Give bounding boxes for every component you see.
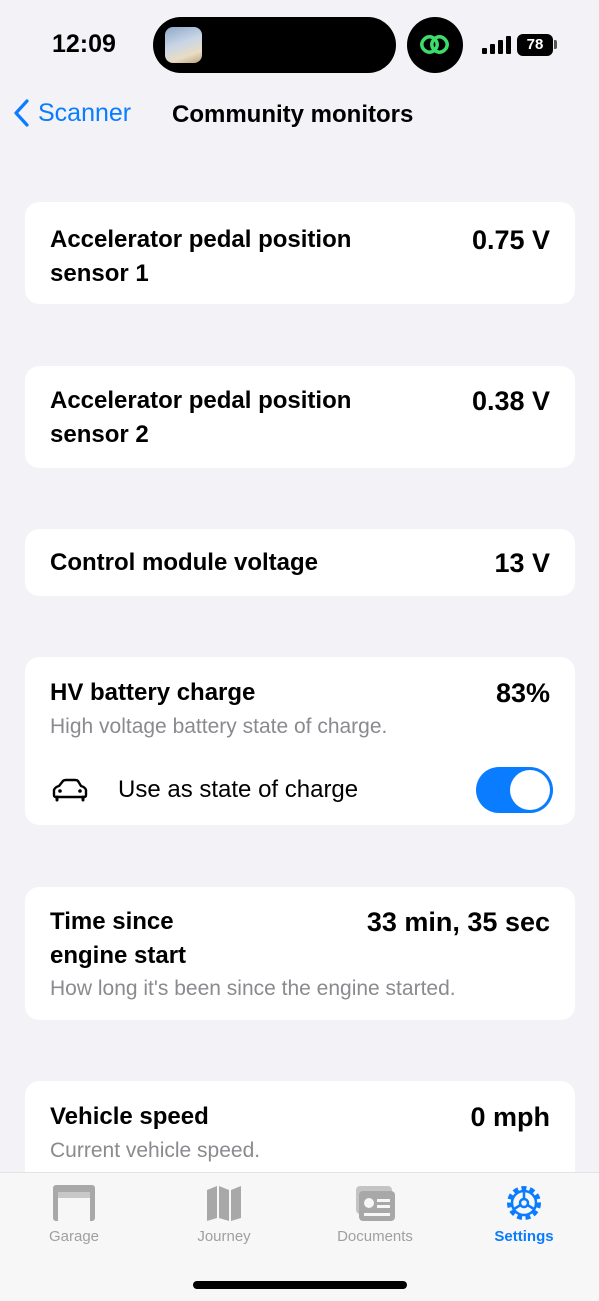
tab-garage[interactable]: Garage (14, 1183, 134, 1245)
garage-icon (53, 1185, 95, 1221)
chevron-left-icon (14, 99, 29, 127)
tab-label: Garage (48, 1228, 100, 1245)
link-app-icon[interactable] (407, 17, 463, 73)
monitor-value: 83% (495, 678, 550, 708)
now-playing-thumbnail[interactable] (165, 27, 202, 63)
dynamic-island[interactable] (153, 17, 396, 73)
toggle-label: Use as state of charge (118, 776, 359, 803)
car-icon (52, 778, 88, 802)
cellular-signal-icon (482, 36, 512, 54)
documents-icon (356, 1186, 395, 1221)
state-of-charge-toggle[interactable] (476, 767, 553, 813)
monitor-value: 13 V (494, 548, 550, 578)
home-indicator[interactable] (193, 1281, 407, 1289)
monitor-value: 0.75 V (471, 225, 550, 255)
monitor-card[interactable]: HV battery charge 83% High voltage batte… (25, 657, 575, 825)
state-of-charge-row[interactable]: Use as state of charge (50, 765, 553, 815)
tab-documents[interactable]: Documents (315, 1183, 435, 1245)
page-title: Community monitors (172, 101, 414, 128)
battery-nub (554, 40, 557, 49)
toggle-knob (510, 770, 550, 810)
monitor-label: Accelerator pedal position sensor 2 (50, 387, 352, 448)
map-icon (207, 1186, 241, 1221)
monitor-label: Control module voltage (50, 549, 319, 576)
tab-journey[interactable]: Journey (164, 1183, 284, 1245)
monitor-label: Time since engine start (50, 908, 187, 969)
battery-icon: 78 (517, 34, 553, 56)
tab-settings[interactable]: Settings (464, 1183, 584, 1245)
monitor-description: Current vehicle speed. (50, 1139, 261, 1162)
monitor-description: High voltage battery state of charge. (50, 715, 388, 738)
monitor-card[interactable]: Accelerator pedal position sensor 1 0.75 … (25, 202, 575, 304)
monitor-value: 0 mph (470, 1102, 550, 1132)
tab-label: Settings (494, 1228, 554, 1245)
monitor-card[interactable]: Control module voltage 13 V (25, 529, 575, 596)
back-button-label: Scanner (38, 98, 132, 127)
status-time: 12:09 (52, 30, 116, 58)
tab-label: Journey (197, 1228, 251, 1245)
monitor-card[interactable]: Accelerator pedal position sensor 2 0.38 … (25, 366, 575, 468)
monitor-card[interactable]: Time since engine start 33 min, 35 sec Ho… (25, 887, 575, 1020)
monitor-label: HV battery charge (50, 679, 256, 706)
tab-label: Documents (337, 1228, 413, 1245)
monitor-value: 0.38 V (471, 386, 550, 416)
gear-icon (507, 1186, 541, 1220)
monitor-label: Accelerator pedal position sensor 1 (50, 226, 352, 287)
monitor-description: How long it's been since the engine star… (50, 977, 456, 1000)
monitor-label: Vehicle speed (50, 1103, 209, 1130)
monitor-value: 33 min, 35 sec (366, 907, 550, 937)
back-button[interactable]: Scanner (12, 98, 131, 128)
